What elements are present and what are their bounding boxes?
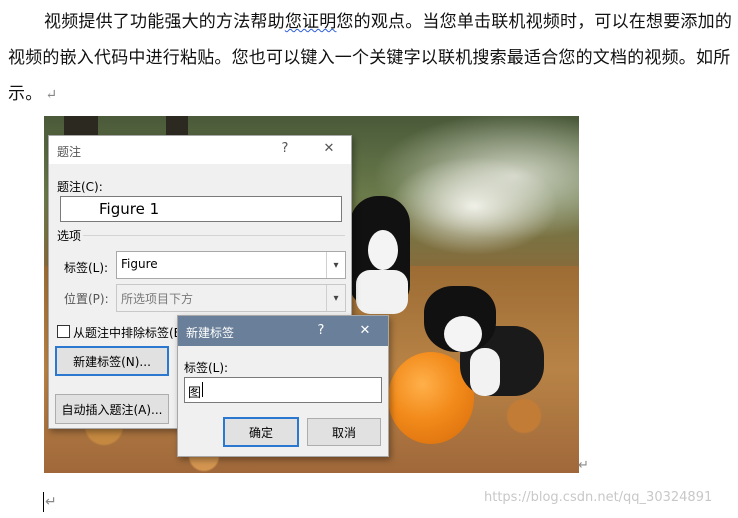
dialog-title: 题注 bbox=[57, 145, 82, 159]
help-icon[interactable]: ? bbox=[313, 323, 329, 339]
close-icon[interactable]: ✕ bbox=[357, 323, 373, 339]
new-label-input[interactable]: 图 bbox=[184, 377, 382, 403]
paragraph-mark: ↵ bbox=[45, 494, 57, 510]
label-select[interactable]: Figure ▾ bbox=[116, 251, 346, 279]
exclude-label-text: 从题注中排除标签(E bbox=[73, 326, 182, 340]
caption-value: Figure 1 bbox=[99, 200, 160, 218]
caption-dialog-titlebar: 题注 ? ✕ bbox=[49, 136, 351, 164]
puppy-back bbox=[350, 196, 410, 314]
new-label-value: 图 bbox=[188, 386, 202, 401]
ok-button[interactable]: 确定 bbox=[223, 417, 299, 447]
text-caret bbox=[43, 492, 44, 512]
chevron-down-icon[interactable]: ▾ bbox=[326, 285, 345, 311]
new-label-button[interactable]: 新建标签(N)... bbox=[55, 346, 169, 376]
close-icon[interactable]: ✕ bbox=[321, 141, 337, 157]
help-icon[interactable]: ? bbox=[277, 141, 293, 157]
cancel-button[interactable]: 取消 bbox=[307, 418, 381, 446]
watermark: https://blog.csdn.net/qq_30324891 bbox=[484, 490, 713, 505]
position-select-value: 所选项目下方 bbox=[121, 292, 194, 306]
spellcheck-underline: 您证明 bbox=[284, 12, 337, 32]
label-select-value: Figure bbox=[121, 257, 158, 271]
caption-input[interactable]: Figure 1 bbox=[60, 196, 342, 222]
paragraph-mark: ↵ bbox=[45, 87, 58, 103]
new-label-titlebar: 新建标签 ? ✕ bbox=[178, 316, 388, 346]
autocaption-button[interactable]: 自动插入题注(A)... bbox=[55, 394, 169, 424]
position-select[interactable]: 所选项目下方 ▾ bbox=[116, 284, 346, 312]
chevron-down-icon[interactable]: ▾ bbox=[326, 252, 345, 278]
label-field-label: 标签(L): bbox=[64, 261, 109, 275]
document-paragraph: 视频提供了功能强大的方法帮助您证明您的观点。当您单击联机视频时，可以在想要添加的… bbox=[8, 4, 734, 113]
new-label-dialog: 新建标签 ? ✕ 标签(L): 图 确定 取消 bbox=[177, 315, 389, 457]
divider bbox=[83, 235, 345, 236]
para-text-a: 视频提供了功能强大的方法帮助 bbox=[44, 12, 285, 32]
options-label: 选项 bbox=[57, 229, 82, 243]
position-label: 位置(P): bbox=[64, 292, 109, 306]
new-label-field-label: 标签(L): bbox=[184, 361, 229, 375]
text-caret bbox=[202, 382, 203, 397]
paragraph-mark: ↵ bbox=[578, 458, 589, 473]
puppy-front bbox=[424, 286, 544, 396]
caption-label: 题注(C): bbox=[57, 180, 103, 194]
exclude-label-checkbox[interactable] bbox=[57, 325, 70, 338]
dialog-title: 新建标签 bbox=[186, 326, 235, 340]
